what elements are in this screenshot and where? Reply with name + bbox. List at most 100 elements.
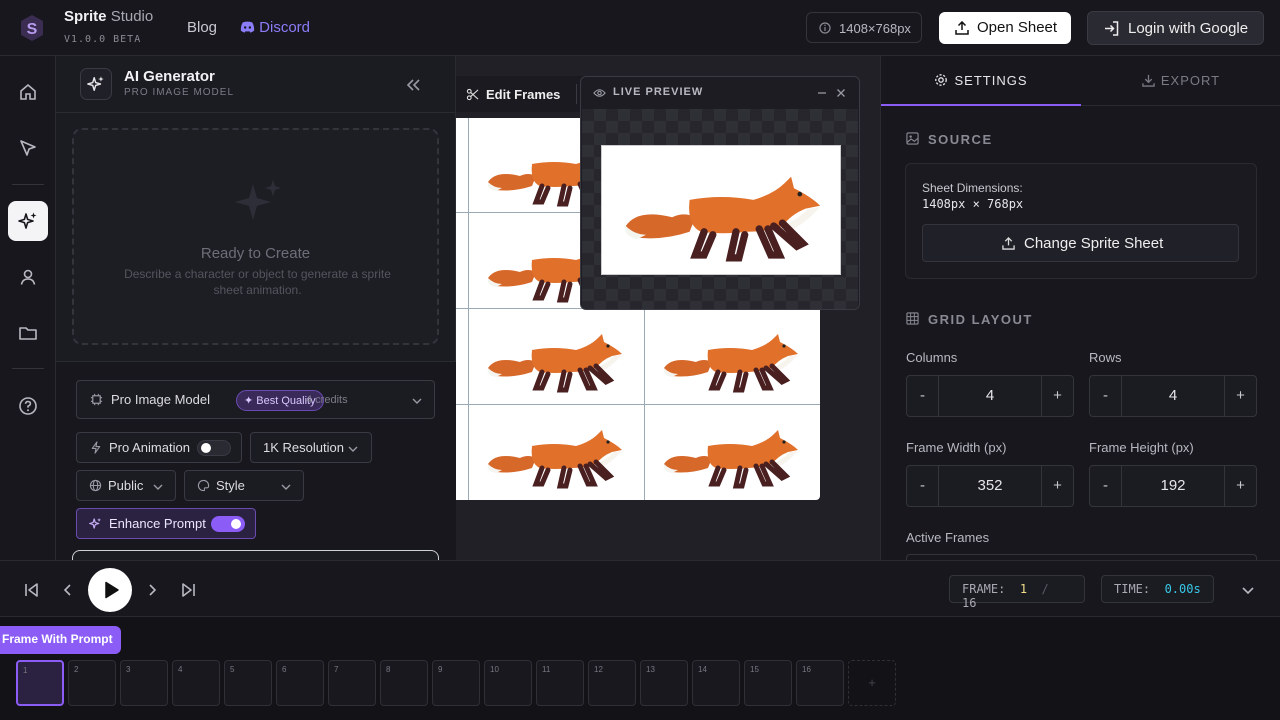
rail-divider (12, 184, 44, 185)
live-preview-window[interactable]: LIVE PREVIEW (580, 76, 860, 310)
frame-thumbnail[interactable]: 1 (16, 660, 64, 706)
frame-thumbnail[interactable]: 4 (172, 660, 220, 706)
settings-tabs: SETTINGS EXPORT (881, 56, 1280, 106)
play-button[interactable] (88, 568, 132, 612)
top-bar: S Sprite Studio V1.0.0 BETA Blog Discord… (0, 0, 1280, 56)
resolution-select[interactable]: 1K Resolution (250, 432, 372, 463)
sparkles-icon[interactable] (18, 211, 38, 231)
folder-icon[interactable] (18, 323, 38, 343)
preview-frame (601, 145, 841, 275)
home-icon[interactable] (18, 82, 38, 102)
close-icon[interactable] (836, 88, 846, 98)
chevron-down-icon[interactable] (1238, 580, 1258, 600)
frame-thumbnail[interactable]: 5 (224, 660, 272, 706)
discord-icon (240, 21, 255, 33)
columns-value[interactable]: 4 (939, 387, 1041, 404)
live-preview-title: LIVE PREVIEW (613, 86, 704, 98)
frame-thumbnail[interactable]: 11 (536, 660, 584, 706)
frame-width-stepper[interactable]: - 352 + (906, 465, 1074, 507)
skip-to-start-icon[interactable] (22, 580, 42, 600)
chevron-down-icon (412, 398, 422, 404)
eye-icon (593, 89, 606, 97)
add-frame-button[interactable]: + (848, 660, 896, 706)
image-icon (906, 132, 919, 145)
rows-decrement-button[interactable]: - (1090, 376, 1122, 416)
rail-divider (12, 368, 44, 369)
frame-height-label: Frame Height (px) (1089, 440, 1194, 455)
frame-thumbnail[interactable]: 7 (328, 660, 376, 706)
cursor-icon[interactable] (18, 138, 38, 158)
enhance-prompt-switch[interactable] (211, 516, 245, 532)
frame-thumbnail[interactable]: 2 (68, 660, 116, 706)
collapse-panel-icon[interactable] (404, 76, 422, 94)
style-label: Style (216, 478, 245, 493)
frame-height-decrement-button[interactable]: - (1090, 466, 1122, 506)
columns-label: Columns (906, 350, 958, 365)
tab-settings[interactable]: SETTINGS (881, 56, 1081, 106)
frame-thumbnail[interactable]: 6 (276, 660, 324, 706)
settings-panel: SETTINGS EXPORT SOURCE Sheet Dimensions:… (880, 56, 1280, 560)
style-select[interactable]: Style (184, 470, 304, 501)
columns-stepper[interactable]: - 4 + (906, 375, 1074, 417)
rows-stepper[interactable]: - 4 + (1089, 375, 1257, 417)
frame-thumbnail[interactable]: 3 (120, 660, 168, 706)
frame-height-increment-button[interactable]: + (1224, 466, 1256, 506)
app-title: Sprite Studio (64, 8, 154, 25)
columns-decrement-button[interactable]: - (907, 376, 939, 416)
sparkles-icon (235, 180, 281, 220)
frame-width-increment-button[interactable]: + (1041, 466, 1073, 506)
login-google-button[interactable]: Login with Google (1087, 11, 1264, 45)
rows-value[interactable]: 4 (1122, 387, 1224, 404)
frame-thumbnail[interactable]: 13 (640, 660, 688, 706)
open-sheet-button[interactable]: Open Sheet (939, 12, 1071, 44)
frame-height-value[interactable]: 192 (1122, 477, 1224, 494)
generator-header: AI Generator PRO IMAGE MODEL (56, 56, 456, 113)
model-select[interactable]: Pro Image Model ✦ Best Quality 4 credits (76, 380, 435, 419)
frame-number: 8 (386, 665, 391, 674)
chevron-down-icon (348, 446, 358, 452)
frame-width-decrement-button[interactable]: - (907, 466, 939, 506)
generator-options: Pro Image Model ✦ Best Quality 4 credits… (56, 361, 456, 570)
minimize-icon[interactable] (817, 88, 827, 98)
pro-animation-switch[interactable] (197, 440, 231, 456)
skip-to-end-icon[interactable] (178, 580, 198, 600)
frame-width-value[interactable]: 352 (939, 477, 1041, 494)
ai-generator-panel: AI Generator PRO IMAGE MODEL Ready to Cr… (56, 56, 456, 570)
columns-increment-button[interactable]: + (1041, 376, 1073, 416)
frame-thumbnail[interactable]: 16 (796, 660, 844, 706)
nav-discord-link[interactable]: Discord (240, 19, 310, 36)
rows-label: Rows (1089, 350, 1122, 365)
previous-frame-icon[interactable] (58, 580, 78, 600)
next-frame-icon[interactable] (142, 580, 162, 600)
pro-animation-toggle[interactable]: Pro Animation (76, 432, 242, 463)
tab-divider (576, 84, 577, 104)
frame-thumbnail[interactable]: 9 (432, 660, 480, 706)
gear-icon (935, 74, 948, 86)
frame-number: 10 (490, 665, 499, 674)
rows-increment-button[interactable]: + (1224, 376, 1256, 416)
active-frames-label: Active Frames (906, 530, 990, 545)
user-icon[interactable] (18, 267, 38, 287)
pro-animation-label: Pro Animation (109, 440, 190, 455)
sheet-dimensions-badge: 1408×768px (806, 12, 922, 43)
help-icon[interactable] (18, 396, 38, 416)
frame-thumbnail[interactable]: 10 (484, 660, 532, 706)
nav-blog-link[interactable]: Blog (187, 19, 217, 36)
tab-export[interactable]: EXPORT (1081, 56, 1280, 106)
change-sprite-sheet-button[interactable]: Change Sprite Sheet (922, 224, 1239, 262)
enhance-prompt-toggle[interactable]: Enhance Prompt (76, 508, 256, 539)
frame-with-prompt-button[interactable]: Frame With Prompt (0, 626, 121, 654)
frame-width-label: Frame Width (px) (906, 440, 1007, 455)
visibility-select[interactable]: Public (76, 470, 176, 501)
frame-thumbnail[interactable]: 12 (588, 660, 636, 706)
frame-thumbnail[interactable]: 15 (744, 660, 792, 706)
frame-height-stepper[interactable]: - 192 + (1089, 465, 1257, 507)
left-nav-rail (0, 56, 56, 560)
svg-text:S: S (27, 21, 38, 38)
visibility-label: Public (108, 478, 144, 493)
frame-thumbnail[interactable]: 8 (380, 660, 428, 706)
frame-number: 6 (282, 665, 287, 674)
frame-number: 4 (178, 665, 183, 674)
edit-frames-tab[interactable]: Edit Frames (456, 76, 596, 112)
frame-thumbnail[interactable]: 14 (692, 660, 740, 706)
